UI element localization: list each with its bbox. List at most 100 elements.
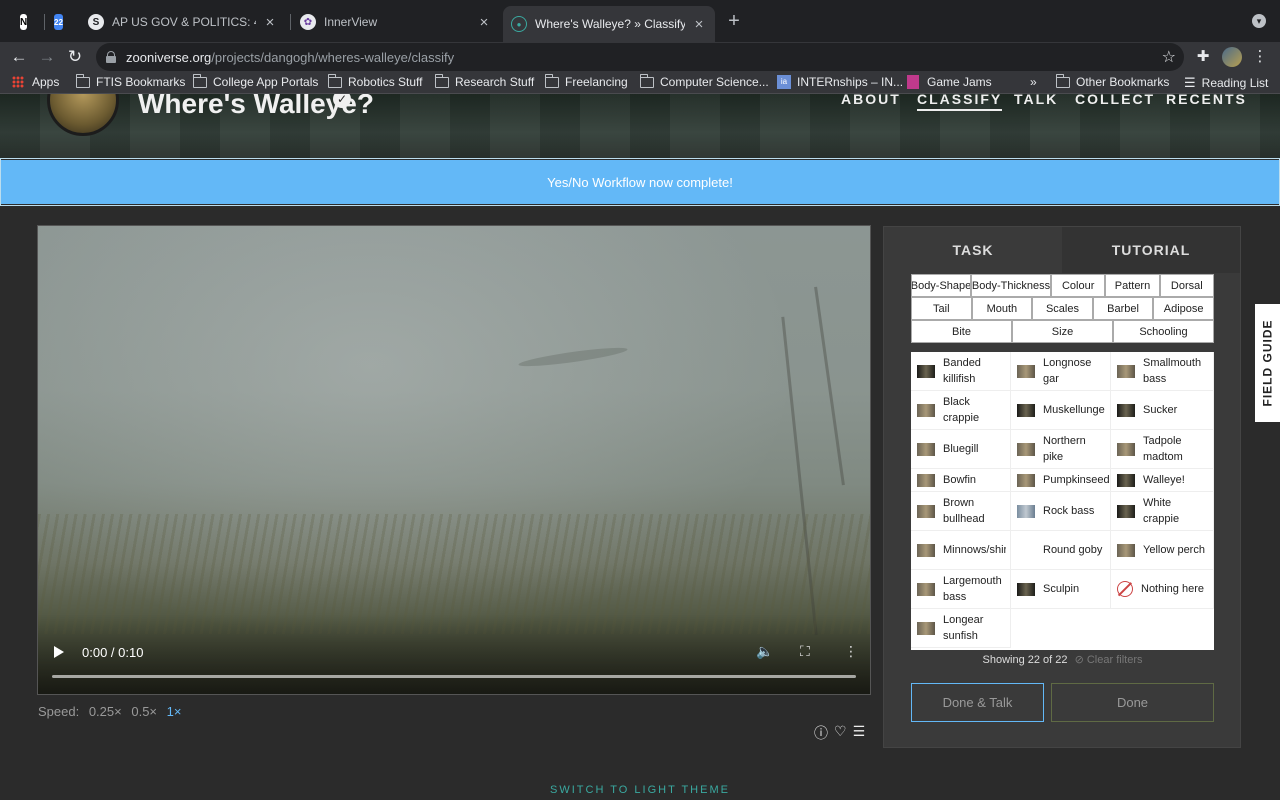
extensions-icon[interactable]: ✚ [1193, 47, 1213, 67]
bookmark-cs[interactable]: Computer Science... [639, 73, 769, 89]
species-item[interactable]: Black crappie [911, 391, 1011, 430]
bookmark-star-icon[interactable]: ☆ [1162, 47, 1176, 67]
nav-talk[interactable]: TALK [1014, 94, 1058, 107]
bookmark-ftis[interactable]: FTIS Bookmarks [75, 73, 185, 89]
volume-icon[interactable]: 🔈 [756, 643, 773, 660]
forward-icon[interactable]: → [36, 46, 58, 68]
speed-0-25[interactable]: 0.25× [89, 704, 122, 719]
bookmark-freelancing[interactable]: Freelancing [544, 73, 628, 89]
fish-thumbnail [917, 543, 935, 557]
species-item[interactable]: Bowfin [911, 469, 1011, 492]
filter-adipose[interactable]: Adipose [1153, 297, 1214, 320]
results-count: Showing 22 of 22 ⊘ Clear filters [911, 653, 1214, 666]
favorite-heart-icon[interactable]: ♡ [834, 723, 847, 743]
tab-search-icon[interactable]: ▾ [1252, 14, 1266, 28]
tab-zooniverse[interactable]: ● Where's Walleye? » Classify — × [503, 6, 715, 42]
species-item[interactable]: Walleye! [1111, 469, 1214, 492]
nav-classify[interactable]: CLASSIFY [917, 94, 1003, 111]
filter-bite[interactable]: Bite [911, 320, 1012, 343]
bookmark-research[interactable]: Research Stuff [434, 73, 534, 89]
filter-pattern[interactable]: Pattern [1105, 274, 1160, 297]
clear-filters-button[interactable]: ⊘ Clear filters [1075, 654, 1143, 666]
species-item[interactable]: Sucker [1111, 391, 1214, 430]
species-label: Longear sunfish [943, 614, 984, 642]
filter-barbel[interactable]: Barbel [1092, 297, 1154, 320]
profile-avatar[interactable] [1222, 47, 1242, 67]
species-item[interactable]: Nothing here [1111, 570, 1214, 609]
folder-icon [1055, 73, 1070, 88]
video-scrubber[interactable] [52, 675, 856, 678]
species-item[interactable]: Banded killifish [911, 352, 1011, 391]
species-item[interactable]: Northern pike [1011, 430, 1111, 469]
filter-colour[interactable]: Colour [1051, 274, 1106, 297]
species-item[interactable]: Pumpkinseed [1011, 469, 1111, 492]
species-item[interactable]: Longnose gar [1011, 352, 1111, 391]
close-tab-icon[interactable]: × [476, 14, 492, 31]
tab-notion[interactable]: N [12, 8, 42, 36]
species-label: Sculpin [1043, 583, 1080, 595]
bookmark-gamejams[interactable]: Game Jams [907, 75, 992, 89]
filter-size[interactable]: Size [1012, 320, 1113, 343]
species-item[interactable]: Bluegill [911, 430, 1011, 469]
bookmark-apps[interactable]: Apps [12, 75, 59, 89]
back-icon[interactable]: ← [8, 46, 30, 68]
nav-about[interactable]: ABOUT [841, 94, 901, 107]
bookmarks-overflow[interactable]: » [1030, 75, 1037, 89]
nav-collect[interactable]: COLLECT [1075, 94, 1155, 107]
bookmark-other[interactable]: Other Bookmarks [1055, 73, 1169, 89]
species-label: Tadpole madtom [1143, 435, 1183, 463]
bookmark-reading-list[interactable]: ☰ Reading List [1184, 75, 1268, 91]
speed-1[interactable]: 1× [167, 704, 182, 719]
close-tab-icon[interactable]: × [262, 14, 278, 31]
reload-icon[interactable]: ↻ [64, 46, 86, 68]
species-item[interactable]: Sculpin [1011, 570, 1111, 609]
fish-thumbnail [1017, 442, 1035, 456]
done-button[interactable]: Done [1051, 683, 1214, 722]
tab-calendar[interactable]: 22 [46, 8, 78, 36]
close-tab-icon[interactable]: × [691, 16, 707, 33]
nav-recents[interactable]: RECENTS [1166, 94, 1247, 107]
filter-tail[interactable]: Tail [911, 297, 972, 320]
new-tab-icon[interactable]: + [724, 10, 744, 32]
bookmark-college[interactable]: College App Portals [192, 73, 318, 89]
done-and-talk-button[interactable]: Done & Talk [911, 683, 1044, 722]
species-item[interactable]: Longear sunfish [911, 609, 1011, 648]
field-guide-tab[interactable]: FIELD GUIDE [1255, 304, 1280, 422]
filter-body-shape[interactable]: Body-Shape [911, 274, 971, 297]
filter-scales[interactable]: Scales [1032, 297, 1093, 320]
subject-video[interactable]: 0:00 / 0:10 🔈 ⛶ ⋮ [37, 225, 871, 695]
video-menu-icon[interactable]: ⋮ [844, 643, 858, 660]
bookmark-robotics[interactable]: Robotics Stuff [327, 73, 422, 89]
species-item[interactable]: Yellow perch [1111, 531, 1214, 570]
species-item[interactable]: Minnows/shir [911, 531, 1011, 570]
species-item[interactable]: Muskellunge [1011, 391, 1111, 430]
species-item[interactable]: Smallmouth bass [1111, 352, 1214, 391]
species-item[interactable]: Brown bullhead [911, 492, 1011, 531]
browser-menu-icon[interactable]: ⋮ [1250, 47, 1270, 67]
tab-tutorial[interactable]: TUTORIAL [1062, 227, 1240, 273]
filter-mouth[interactable]: Mouth [971, 297, 1033, 320]
filter-body-thickness[interactable]: Body-Thickness [971, 274, 1051, 297]
bookmark-internships[interactable]: ia INTERnships – IN... [777, 75, 903, 89]
filter-schooling[interactable]: Schooling [1113, 320, 1214, 343]
species-item[interactable]: Largemouth bass [911, 570, 1011, 609]
fullscreen-icon[interactable]: ⛶ [800, 643, 810, 660]
species-grid: Banded killifish Longnose gar Smallmouth… [911, 352, 1214, 650]
species-item[interactable]: Tadpole madtom [1111, 430, 1214, 469]
speed-0-5[interactable]: 0.5× [131, 704, 157, 719]
info-icon[interactable]: ⓘ [814, 723, 828, 743]
species-item[interactable]: Round goby [1011, 531, 1111, 570]
address-bar[interactable]: zooniverse.org/projects/dangogh/wheres-w… [96, 43, 1184, 71]
tab-separator [44, 14, 45, 30]
switch-theme-link[interactable]: SWITCH TO LIGHT THEME [0, 784, 1280, 796]
tab-innerview[interactable]: ✿ InnerView × [292, 8, 500, 36]
play-icon[interactable] [54, 646, 64, 658]
tab-task[interactable]: TASK [884, 227, 1062, 273]
species-label: Banded killifish [943, 357, 981, 385]
filter-dorsal[interactable]: Dorsal [1159, 274, 1214, 297]
species-item[interactable]: Rock bass [1011, 492, 1111, 531]
collections-list-icon[interactable]: ☰ [853, 723, 866, 743]
species-item[interactable]: White crappie [1111, 492, 1214, 531]
tab-ap-gov[interactable]: S AP US GOV & POLITICS: 4510 × [80, 8, 286, 36]
tab-title: AP US GOV & POLITICS: 4510 [112, 15, 256, 29]
